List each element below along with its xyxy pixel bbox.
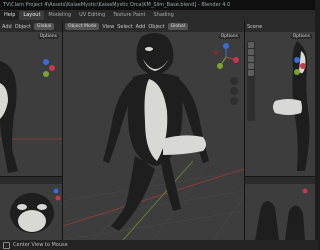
orca-model — [103, 33, 209, 231]
tab-uv-editing[interactable]: UV Editing — [75, 11, 109, 20]
area-divider-right[interactable] — [244, 21, 245, 240]
right-viewport[interactable]: Scene Options — [245, 21, 315, 176]
mouse-icon — [3, 241, 10, 249]
tab-shading[interactable]: Shading — [150, 11, 178, 20]
status-hint: Center View to Mouse — [13, 242, 68, 248]
right-model-side-view — [273, 41, 310, 171]
workspace-tab-bar: Help Layout Modeling UV Editing Texture … — [0, 10, 315, 21]
tab-help[interactable]: Help — [0, 11, 20, 20]
left-model-side-view — [0, 59, 62, 173]
orca-head-closeup — [10, 188, 61, 233]
pan-icon[interactable] — [230, 87, 238, 95]
window-title-bar: TV\Clam Project 4\Assets\KalaeMystic\Kal… — [0, 0, 315, 10]
tab-texture-paint[interactable]: Texture Paint — [109, 11, 149, 20]
left-viewport[interactable]: Add Object Global Options — [0, 21, 62, 176]
status-bar: Center View to Mouse — [0, 240, 318, 250]
zoom-icon[interactable] — [230, 77, 238, 85]
area-divider-right-horizontal[interactable] — [245, 176, 315, 177]
area-divider-left-horizontal[interactable] — [0, 176, 62, 177]
window-title: TV\Clam Project 4\Assets\KalaeMystic\Kal… — [3, 2, 231, 8]
navigation-gizmo[interactable] — [212, 43, 240, 71]
area-divider-left[interactable] — [62, 21, 63, 240]
right-bottom-render — [255, 188, 308, 240]
tab-modeling[interactable]: Modeling — [44, 11, 75, 20]
right-bottom-viewport[interactable] — [245, 177, 315, 240]
main-3d-viewport[interactable]: Object Mode View Select Add Object Globa… — [63, 21, 244, 240]
tab-layout[interactable]: Layout — [19, 11, 45, 20]
camera-icon[interactable] — [230, 97, 238, 105]
left-bottom-viewport[interactable] — [0, 177, 62, 240]
